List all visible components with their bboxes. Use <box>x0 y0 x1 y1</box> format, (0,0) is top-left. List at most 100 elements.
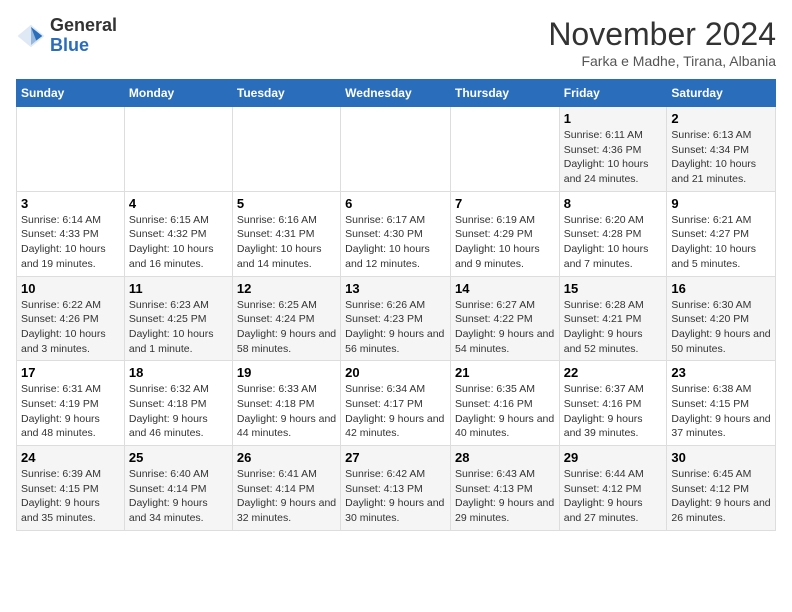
day-number: 28 <box>455 450 555 465</box>
calendar-cell <box>232 107 340 192</box>
calendar-cell: 11Sunrise: 6:23 AMSunset: 4:25 PMDayligh… <box>124 276 232 361</box>
day-info: Sunrise: 6:32 AMSunset: 4:18 PMDaylight:… <box>129 382 228 441</box>
day-info: Sunrise: 6:14 AMSunset: 4:33 PMDaylight:… <box>21 213 120 272</box>
header-sunday: Sunday <box>17 80 125 107</box>
day-number: 5 <box>237 196 336 211</box>
day-number: 2 <box>671 111 771 126</box>
calendar-week-row: 17 Sunrise: 6:31 AMSunset: 4:19 PMDayligh… <box>17 361 776 446</box>
logo-text: General Blue <box>50 16 117 56</box>
day-info: Sunrise: 6:16 AMSunset: 4:31 PMDaylight:… <box>237 213 336 272</box>
day-info: Sunrise: 6:42 AMSunset: 4:13 PMDaylight:… <box>345 467 446 526</box>
calendar-cell: 9 Sunrise: 6:21 AMSunset: 4:27 PMDaylight… <box>667 191 776 276</box>
day-number: 20 <box>345 365 446 380</box>
day-number: 15 <box>564 281 663 296</box>
calendar-cell: 20 Sunrise: 6:34 AMSunset: 4:17 PMDayligh… <box>341 361 451 446</box>
calendar-cell: 5 Sunrise: 6:16 AMSunset: 4:31 PMDaylight… <box>232 191 340 276</box>
calendar-cell: 22 Sunrise: 6:37 AMSunset: 4:16 PMDayligh… <box>559 361 667 446</box>
day-info: Sunrise: 6:44 AMSunset: 4:12 PMDaylight:… <box>564 467 663 526</box>
header-thursday: Thursday <box>450 80 559 107</box>
calendar-week-row: 24 Sunrise: 6:39 AMSunset: 4:15 PMDayligh… <box>17 446 776 531</box>
logo: General Blue <box>16 16 117 56</box>
calendar-header-row: SundayMondayTuesdayWednesdayThursdayFrid… <box>17 80 776 107</box>
day-info: Sunrise: 6:26 AMSunset: 4:23 PMDaylight:… <box>345 298 446 357</box>
day-number: 30 <box>671 450 771 465</box>
header-monday: Monday <box>124 80 232 107</box>
day-number: 1 <box>564 111 663 126</box>
title-area: November 2024 Farka e Madhe, Tirana, Alb… <box>548 16 776 69</box>
calendar-cell: 30 Sunrise: 6:45 AMSunset: 4:12 PMDayligh… <box>667 446 776 531</box>
calendar-week-row: 1 Sunrise: 6:11 AMSunset: 4:36 PMDaylight… <box>17 107 776 192</box>
day-info: Sunrise: 6:27 AMSunset: 4:22 PMDaylight:… <box>455 298 555 357</box>
day-number: 21 <box>455 365 555 380</box>
day-info: Sunrise: 6:37 AMSunset: 4:16 PMDaylight:… <box>564 382 663 441</box>
calendar-cell: 17 Sunrise: 6:31 AMSunset: 4:19 PMDayligh… <box>17 361 125 446</box>
logo-icon <box>16 21 46 51</box>
day-info: Sunrise: 6:38 AMSunset: 4:15 PMDaylight:… <box>671 382 771 441</box>
calendar-cell <box>124 107 232 192</box>
calendar-cell <box>17 107 125 192</box>
day-number: 17 <box>21 365 120 380</box>
day-info: Sunrise: 6:11 AMSunset: 4:36 PMDaylight:… <box>564 128 663 187</box>
calendar-cell: 2Sunrise: 6:13 AMSunset: 4:34 PMDaylight… <box>667 107 776 192</box>
page-header: General Blue November 2024 Farka e Madhe… <box>16 16 776 69</box>
day-info: Sunrise: 6:40 AMSunset: 4:14 PMDaylight:… <box>129 467 228 526</box>
calendar-cell: 7 Sunrise: 6:19 AMSunset: 4:29 PMDaylight… <box>450 191 559 276</box>
calendar-cell: 10 Sunrise: 6:22 AMSunset: 4:26 PMDayligh… <box>17 276 125 361</box>
day-number: 6 <box>345 196 446 211</box>
day-number: 18 <box>129 365 228 380</box>
day-number: 9 <box>671 196 771 211</box>
day-number: 26 <box>237 450 336 465</box>
calendar-cell: 29 Sunrise: 6:44 AMSunset: 4:12 PMDayligh… <box>559 446 667 531</box>
day-number: 12 <box>237 281 336 296</box>
day-number: 29 <box>564 450 663 465</box>
day-info: Sunrise: 6:22 AMSunset: 4:26 PMDaylight:… <box>21 298 120 357</box>
calendar-cell: 16 Sunrise: 6:30 AMSunset: 4:20 PMDayligh… <box>667 276 776 361</box>
day-info: Sunrise: 6:39 AMSunset: 4:15 PMDaylight:… <box>21 467 120 526</box>
day-info: Sunrise: 6:45 AMSunset: 4:12 PMDaylight:… <box>671 467 771 526</box>
calendar-cell: 14 Sunrise: 6:27 AMSunset: 4:22 PMDayligh… <box>450 276 559 361</box>
calendar-cell: 28Sunrise: 6:43 AMSunset: 4:13 PMDayligh… <box>450 446 559 531</box>
calendar-cell <box>341 107 451 192</box>
calendar-cell: 18 Sunrise: 6:32 AMSunset: 4:18 PMDayligh… <box>124 361 232 446</box>
calendar-cell: 24 Sunrise: 6:39 AMSunset: 4:15 PMDayligh… <box>17 446 125 531</box>
logo-general-text: General <box>50 16 117 36</box>
calendar-week-row: 3 Sunrise: 6:14 AMSunset: 4:33 PMDaylight… <box>17 191 776 276</box>
day-number: 10 <box>21 281 120 296</box>
day-number: 16 <box>671 281 771 296</box>
calendar-cell: 23 Sunrise: 6:38 AMSunset: 4:15 PMDayligh… <box>667 361 776 446</box>
day-number: 23 <box>671 365 771 380</box>
day-info: Sunrise: 6:41 AMSunset: 4:14 PMDaylight:… <box>237 467 336 526</box>
day-info: Sunrise: 6:33 AMSunset: 4:18 PMDaylight:… <box>237 382 336 441</box>
day-info: Sunrise: 6:23 AMSunset: 4:25 PMDaylight:… <box>129 298 228 357</box>
calendar-cell: 6 Sunrise: 6:17 AMSunset: 4:30 PMDaylight… <box>341 191 451 276</box>
day-info: Sunrise: 6:35 AMSunset: 4:16 PMDaylight:… <box>455 382 555 441</box>
day-info: Sunrise: 6:19 AMSunset: 4:29 PMDaylight:… <box>455 213 555 272</box>
day-number: 19 <box>237 365 336 380</box>
calendar-cell: 26 Sunrise: 6:41 AMSunset: 4:14 PMDayligh… <box>232 446 340 531</box>
calendar-cell: 8Sunrise: 6:20 AMSunset: 4:28 PMDaylight… <box>559 191 667 276</box>
calendar-cell: 1 Sunrise: 6:11 AMSunset: 4:36 PMDaylight… <box>559 107 667 192</box>
calendar-week-row: 10 Sunrise: 6:22 AMSunset: 4:26 PMDayligh… <box>17 276 776 361</box>
header-wednesday: Wednesday <box>341 80 451 107</box>
calendar-cell: 4Sunrise: 6:15 AMSunset: 4:32 PMDaylight… <box>124 191 232 276</box>
calendar-cell: 15 Sunrise: 6:28 AMSunset: 4:21 PMDayligh… <box>559 276 667 361</box>
day-info: Sunrise: 6:20 AMSunset: 4:28 PMDaylight:… <box>564 213 663 272</box>
calendar-cell <box>450 107 559 192</box>
calendar-table: SundayMondayTuesdayWednesdayThursdayFrid… <box>16 79 776 531</box>
day-info: Sunrise: 6:34 AMSunset: 4:17 PMDaylight:… <box>345 382 446 441</box>
day-number: 14 <box>455 281 555 296</box>
day-info: Sunrise: 6:30 AMSunset: 4:20 PMDaylight:… <box>671 298 771 357</box>
day-number: 27 <box>345 450 446 465</box>
logo-blue-text: Blue <box>50 36 117 56</box>
day-info: Sunrise: 6:21 AMSunset: 4:27 PMDaylight:… <box>671 213 771 272</box>
header-saturday: Saturday <box>667 80 776 107</box>
day-number: 7 <box>455 196 555 211</box>
day-info: Sunrise: 6:31 AMSunset: 4:19 PMDaylight:… <box>21 382 120 441</box>
day-info: Sunrise: 6:28 AMSunset: 4:21 PMDaylight:… <box>564 298 663 357</box>
day-info: Sunrise: 6:17 AMSunset: 4:30 PMDaylight:… <box>345 213 446 272</box>
header-tuesday: Tuesday <box>232 80 340 107</box>
day-number: 22 <box>564 365 663 380</box>
day-number: 24 <box>21 450 120 465</box>
day-number: 3 <box>21 196 120 211</box>
calendar-cell: 13Sunrise: 6:26 AMSunset: 4:23 PMDayligh… <box>341 276 451 361</box>
